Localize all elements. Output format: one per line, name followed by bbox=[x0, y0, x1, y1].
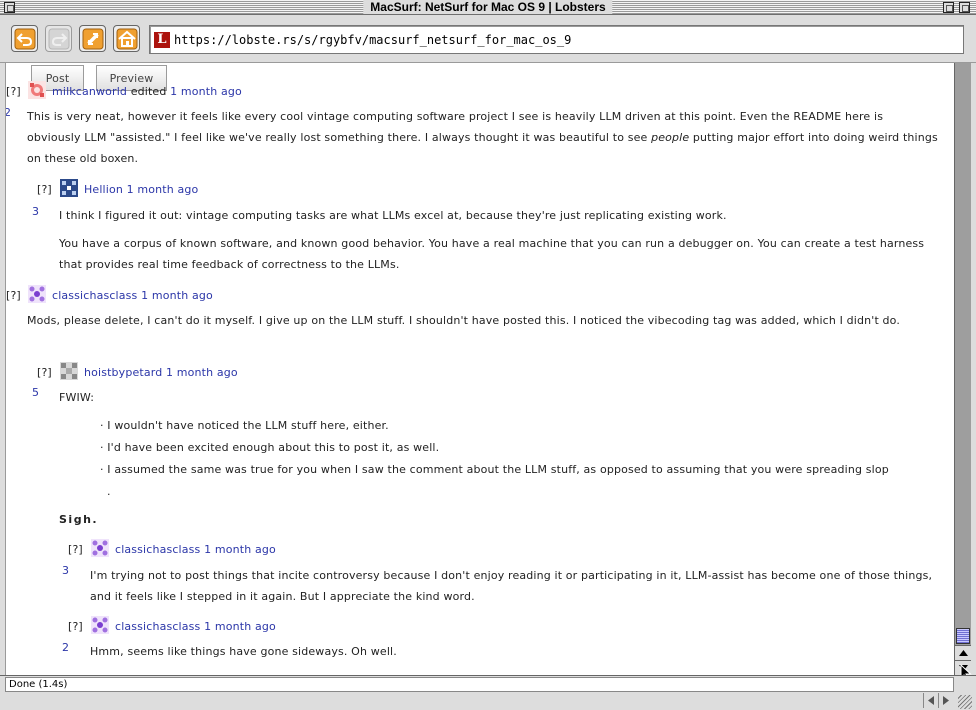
comment-body: I'm trying not to post things that incit… bbox=[90, 569, 933, 603]
close-box-icon[interactable] bbox=[4, 2, 15, 13]
avatar-classichasclass bbox=[91, 616, 109, 634]
comment-timestamp[interactable]: 1 month ago bbox=[204, 620, 276, 633]
comment-author[interactable]: Hellion bbox=[84, 183, 123, 196]
url-input[interactable] bbox=[174, 29, 954, 51]
window-frame-edge bbox=[971, 63, 976, 710]
horizontal-scrollbar[interactable] bbox=[5, 692, 954, 710]
comment-timestamp[interactable]: 1 month ago bbox=[204, 543, 276, 556]
comment-score: 5 bbox=[32, 386, 40, 399]
comment-author[interactable]: hoistbypetard bbox=[84, 366, 162, 379]
comment-body: Mods, please delete, I can't do it mysel… bbox=[27, 314, 901, 327]
comment-emphasis: Sigh. bbox=[59, 513, 99, 526]
comment-edited-label: edited bbox=[130, 85, 167, 98]
scroll-up-arrow-icon[interactable] bbox=[955, 645, 971, 660]
zoom-box-icon[interactable] bbox=[943, 2, 954, 13]
comment-author[interactable]: classichasclass bbox=[115, 543, 200, 556]
back-arrow-icon bbox=[14, 28, 35, 49]
scroll-left-arrow-icon[interactable] bbox=[923, 693, 938, 708]
window-title: MacSurf: NetSurf for Mac OS 9 | Lobsters bbox=[363, 0, 613, 14]
list-item: · I'd have been excited enough about thi… bbox=[100, 441, 440, 454]
resize-grip-icon[interactable] bbox=[958, 695, 972, 709]
back-button[interactable] bbox=[11, 25, 38, 52]
browser-toolbar: L bbox=[0, 16, 976, 63]
avatar-classichasclass bbox=[91, 539, 109, 557]
home-icon bbox=[116, 28, 137, 49]
comment-body: This is very neat, however it feels like… bbox=[27, 110, 938, 165]
status-text: Done (1.4s) bbox=[5, 677, 954, 692]
collapse-box-icon[interactable] bbox=[959, 2, 970, 13]
lobsters-favicon-icon: L bbox=[154, 32, 170, 48]
comment-score: 3 bbox=[32, 205, 40, 218]
collapse-toggle[interactable]: [?] bbox=[6, 289, 21, 302]
comment-author[interactable]: classichasclass bbox=[115, 620, 200, 633]
collapse-toggle[interactable]: [?] bbox=[37, 183, 52, 196]
comment-intro: FWIW: bbox=[59, 391, 95, 404]
comment-score: 3 bbox=[62, 564, 70, 577]
comment-timestamp[interactable]: 1 month ago bbox=[170, 85, 242, 98]
list-item: · I wouldn't have noticed the LLM stuff … bbox=[100, 419, 389, 432]
page-content: Post Preview [?] milkcanworld edited 1 m… bbox=[5, 63, 954, 675]
scrollbar-thumb[interactable] bbox=[956, 628, 970, 644]
list-item: · I assumed the same was true for you wh… bbox=[100, 463, 889, 476]
collapse-toggle[interactable]: [?] bbox=[37, 366, 52, 379]
reload-icon bbox=[82, 28, 103, 49]
reload-button[interactable] bbox=[79, 25, 106, 52]
comment-score: 2 bbox=[6, 106, 11, 119]
comment-score: 2 bbox=[62, 641, 70, 654]
comment-timestamp[interactable]: 1 month ago bbox=[127, 183, 199, 196]
comment-body-paragraph: You have a corpus of known software, and… bbox=[59, 237, 925, 271]
comment-timestamp[interactable]: 1 month ago bbox=[166, 366, 238, 379]
avatar-classichasclass bbox=[28, 285, 46, 303]
comment-author[interactable]: classichasclass bbox=[52, 289, 137, 302]
vertical-scrollbar[interactable] bbox=[954, 63, 971, 675]
status-bar: Done (1.4s) bbox=[0, 675, 976, 710]
forward-arrow-icon bbox=[48, 28, 69, 49]
collapse-toggle[interactable]: [?] bbox=[6, 85, 21, 98]
avatar-hellion bbox=[60, 179, 78, 197]
comment-timestamp[interactable]: 1 month ago bbox=[141, 289, 213, 302]
forward-button[interactable] bbox=[45, 25, 72, 52]
collapse-toggle[interactable]: [?] bbox=[68, 543, 83, 556]
comment-body: Hmm, seems like things have gone sideway… bbox=[90, 645, 397, 658]
avatar-hoistbypetard bbox=[60, 362, 78, 380]
scroll-right-arrow-icon[interactable] bbox=[938, 693, 953, 708]
collapse-toggle[interactable]: [?] bbox=[68, 620, 83, 633]
avatar-milkcanworld bbox=[28, 81, 46, 99]
window-title-bar[interactable]: MacSurf: NetSurf for Mac OS 9 | Lobsters bbox=[0, 0, 976, 15]
comment-author[interactable]: milkcanworld bbox=[52, 85, 127, 98]
address-bar[interactable]: L bbox=[149, 25, 964, 54]
comment-body-paragraph: I think I figured it out: vintage comput… bbox=[59, 209, 727, 222]
home-button[interactable] bbox=[113, 25, 140, 52]
list-item-continuation: . bbox=[107, 485, 111, 498]
